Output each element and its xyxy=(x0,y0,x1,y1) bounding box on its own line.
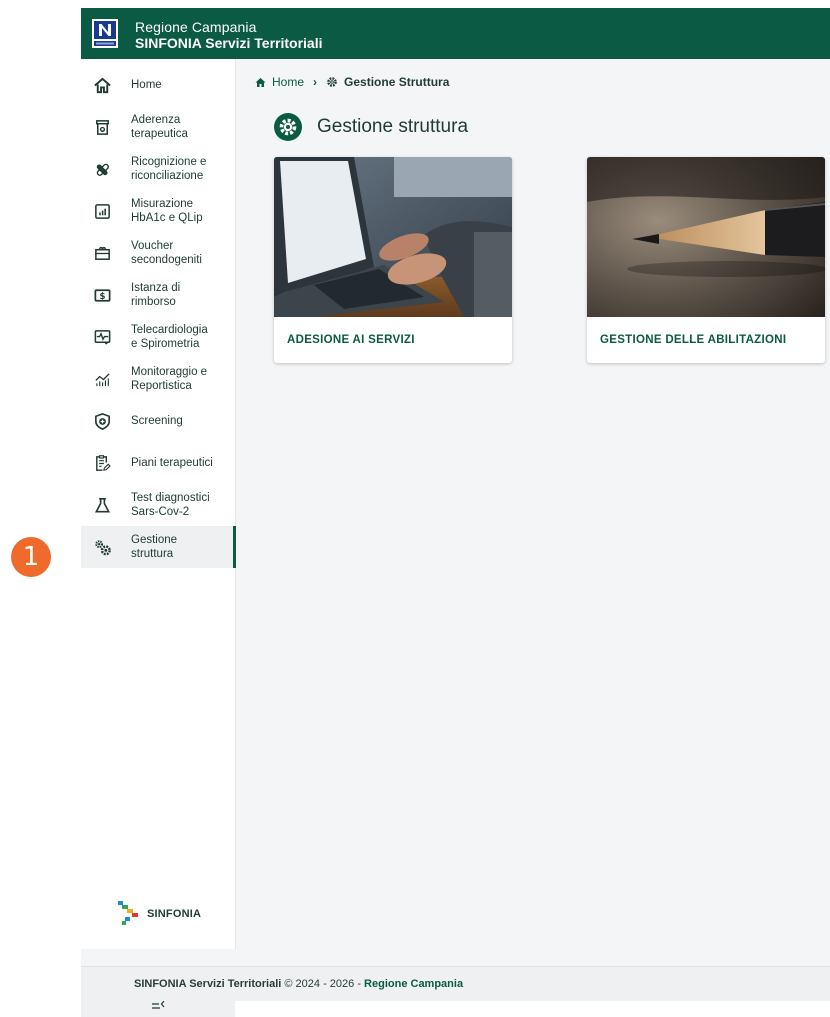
sidebar-item-label: Monitoraggio e Reportistica xyxy=(131,366,208,392)
sidebar-item-label: Voucher secondogeniti xyxy=(131,240,202,266)
sidebar-item-monitoraggio[interactable]: Monitoraggio e Reportistica xyxy=(81,358,235,400)
gears-icon xyxy=(92,537,112,557)
pencil-photo xyxy=(587,157,825,317)
app-window: Regione Campania SINFONIA Servizi Territ… xyxy=(81,8,830,1017)
sinfonia-brand-logo: SINFONIA xyxy=(114,901,201,927)
sidebar-item-piani[interactable]: Piani terapeutici xyxy=(81,442,235,484)
sinfonia-logo-icon xyxy=(118,901,138,925)
sidebar-item-voucher[interactable]: Voucher secondogeniti xyxy=(81,232,235,274)
breadcrumb-home-link[interactable]: Home xyxy=(272,75,304,89)
sidebar-item-label: Istanza di rimborso xyxy=(131,282,181,308)
app-header: Regione Campania SINFONIA Servizi Territ… xyxy=(81,8,830,59)
document-edit-icon xyxy=(92,453,112,473)
sidebar-item-screening[interactable]: Screening xyxy=(81,400,235,442)
card-gestione-abilitazioni[interactable]: GESTIONE DELLE ABILITAZIONI xyxy=(587,157,825,363)
sidebar-item-label: Home xyxy=(131,79,162,91)
sinfonia-brand-text: SINFONIA xyxy=(147,908,202,920)
pills-icon xyxy=(92,159,112,179)
home-icon xyxy=(92,75,112,95)
header-app-name: SINFONIA Servizi Territoriali xyxy=(135,35,323,51)
footer-region-link[interactable]: Regione Campania xyxy=(364,978,463,990)
header-region-name: Regione Campania xyxy=(135,19,257,35)
gear-icon xyxy=(327,77,337,87)
sidebar-item-label: Ricognizione e riconciliazione xyxy=(131,156,207,182)
heart-monitor-icon xyxy=(92,327,112,347)
card-title: GESTIONE DELLE ABILITAZIONI xyxy=(600,334,787,346)
pill-box-icon xyxy=(92,117,112,137)
chevron-right-icon: › xyxy=(313,75,318,89)
money-icon: $ xyxy=(92,285,112,305)
chart-box-icon xyxy=(92,201,112,221)
card-title: ADESIONE AI SERVIZI xyxy=(287,334,415,346)
step-callout-badge: 1 xyxy=(11,537,51,577)
gear-circle-icon xyxy=(274,113,302,141)
sidebar-item-rimborso[interactable]: $ Istanza di rimborso xyxy=(81,274,235,316)
voucher-icon xyxy=(92,243,112,263)
sidebar-item-label: Test diagnostici Sars-Cov-2 xyxy=(131,492,210,518)
home-icon xyxy=(255,77,266,87)
svg-text:$: $ xyxy=(99,291,105,301)
sidebar-item-label: Screening xyxy=(131,415,183,427)
page-title: Gestione struttura xyxy=(317,116,469,137)
sidebar-item-gestione[interactable]: Gestione struttura xyxy=(81,526,236,568)
shield-plus-icon xyxy=(92,411,112,431)
sidebar-item-label: Aderenza terapeutica xyxy=(131,114,188,140)
sidebar: Home Aderenza terapeutica Ricognizione e… xyxy=(81,59,236,1017)
sidebar-item-home[interactable]: Home xyxy=(81,64,235,106)
flask-icon xyxy=(92,495,112,515)
laptop-typing-photo xyxy=(274,157,512,317)
footer-app-name: SINFONIA Servizi Territoriali xyxy=(134,978,282,990)
page-footer: SINFONIA Servizi Territoriali © 2024 - 2… xyxy=(81,966,830,1001)
card-adesione-servizi[interactable]: ADESIONE AI SERVIZI xyxy=(274,157,512,363)
footer-copyright: © 2024 - 2026 - xyxy=(281,978,365,990)
sidebar-item-label: Gestione struttura xyxy=(131,534,178,560)
sidebar-item-label: Piani terapeutici xyxy=(131,457,213,469)
stats-icon xyxy=(92,369,112,389)
sidebar-item-label: Telecardiologia e Spirometria xyxy=(131,324,208,350)
breadcrumb: Home › Gestione Struttura xyxy=(255,75,449,89)
sidebar-item-label: Misurazione HbA1c e QLip xyxy=(131,198,203,224)
breadcrumb-current: Gestione Struttura xyxy=(344,75,450,89)
sidebar-item-ricognizione[interactable]: Ricognizione e riconciliazione xyxy=(81,148,235,190)
sidebar-item-telecardiologia[interactable]: Telecardiologia e Spirometria xyxy=(81,316,235,358)
sidebar-item-test[interactable]: Test diagnostici Sars-Cov-2 xyxy=(81,484,235,526)
sidebar-item-aderenza[interactable]: Aderenza terapeutica xyxy=(81,106,235,148)
sidebar-item-misurazione[interactable]: Misurazione HbA1c e QLip xyxy=(81,190,235,232)
region-logo-icon xyxy=(92,19,118,48)
page-header: Gestione struttura xyxy=(273,112,468,142)
